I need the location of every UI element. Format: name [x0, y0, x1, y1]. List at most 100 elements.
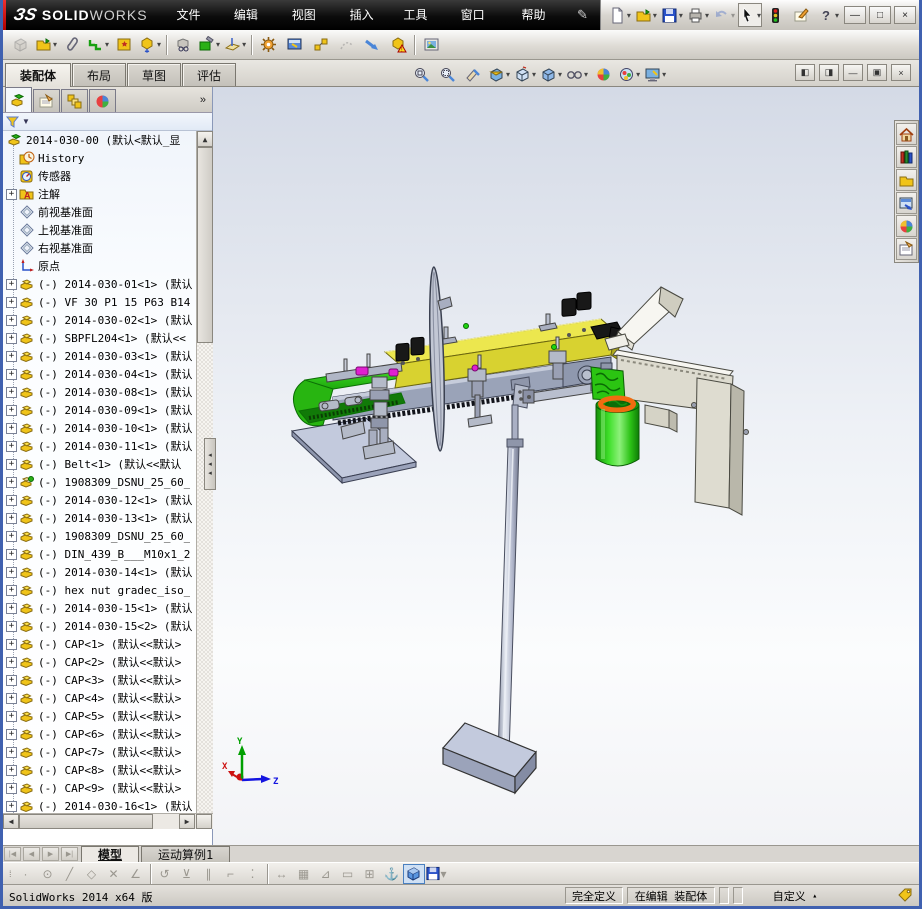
anchor-tool[interactable]: ⚓ [381, 864, 403, 884]
scroll-track[interactable] [197, 343, 213, 813]
dropdown-arrow[interactable]: ▾ [216, 40, 220, 49]
display-style-button[interactable]: ▾ [539, 62, 563, 86]
menu-插入[interactable]: 插入(I) [339, 0, 393, 52]
dropdown-arrow[interactable]: ▾ [105, 40, 109, 49]
tree-item[interactable]: 右视基准面 [3, 239, 196, 257]
expand-toggle[interactable]: + [6, 368, 17, 380]
expand-toggle[interactable]: + [6, 566, 17, 578]
tree-item[interactable]: + (-) CAP<4> (默认<<默认> [3, 689, 196, 707]
scroll-thumb[interactable] [197, 147, 213, 343]
interference-check-button[interactable]: ! [386, 33, 410, 57]
tree-horizontal-scrollbar[interactable]: ◀ ▶ [3, 813, 213, 829]
tree-item[interactable]: + (-) 2014-030-10<1> (默认 [3, 419, 196, 437]
tree-item[interactable]: + (-) VF 30 P1 15 P63 B14 [3, 293, 196, 311]
reference-geometry-button[interactable]: ▾ [223, 33, 247, 57]
dropdown-arrow[interactable]: ▾ [627, 11, 631, 20]
grid-tool[interactable]: ▦ [293, 864, 315, 884]
point-tool[interactable]: · [15, 864, 37, 884]
expand-toggle[interactable]: + [6, 332, 17, 344]
tree-item[interactable]: + (-) 2014-030-11<1> (默认 [3, 437, 196, 455]
taskpane-appearances[interactable] [896, 215, 917, 237]
zoom-area-button[interactable] [435, 62, 459, 86]
expand-toggle[interactable]: + [6, 314, 17, 326]
pane-left-button[interactable]: ◧ [795, 64, 815, 81]
edit-appearance-button[interactable] [591, 62, 615, 86]
close-button[interactable]: × [894, 6, 916, 24]
undo-button[interactable]: ▾ [712, 3, 736, 27]
scroll-right-button[interactable]: ▶ [179, 814, 195, 829]
tree-item[interactable]: + (-) 1908309_DSNU_25_60_ [3, 473, 196, 491]
pane-right-button[interactable]: ◨ [819, 64, 839, 81]
shaded-view-button[interactable] [402, 863, 425, 884]
tree-item[interactable]: + A 注解 [3, 185, 196, 203]
rectangle-tool[interactable]: ▭ [337, 864, 359, 884]
help-button[interactable]: ? ▾ [816, 3, 840, 27]
dropdown-arrow[interactable]: ▾ [757, 11, 761, 20]
tab-草图[interactable]: 草图 [127, 63, 182, 86]
dropdown-arrow[interactable]: ▾ [662, 70, 666, 79]
menu-窗口[interactable]: 窗口(W) [450, 0, 511, 52]
status-custom[interactable]: 自定义 ▴ [747, 887, 843, 904]
mirror-tool[interactable]: ↺ [154, 864, 176, 884]
expand-toggle[interactable]: + [6, 278, 17, 290]
taskpane-design-library[interactable] [896, 146, 917, 168]
dimension-tool[interactable]: ↔ [271, 864, 293, 884]
dropdown-arrow[interactable]: ▾ [835, 11, 839, 20]
dropdown-arrow[interactable]: ▾ [653, 11, 657, 20]
circle-tool[interactable]: ⊙ [37, 864, 59, 884]
scroll-left-button[interactable]: ◀ [3, 814, 19, 829]
tree-item[interactable]: + (-) 2014-030-14<1> (默认 [3, 563, 196, 581]
view-orientation-button[interactable]: ▾ [513, 62, 537, 86]
tab-featuremanager[interactable] [5, 87, 32, 112]
view-settings-button[interactable]: ▾ [643, 62, 667, 86]
line-tool[interactable]: ╱ [59, 864, 81, 884]
minimize-button[interactable]: — [844, 6, 866, 24]
move-component-button[interactable]: ▾ [138, 33, 162, 57]
graphics-viewport[interactable]: Y Z X [213, 87, 919, 845]
tree-item[interactable]: 上视基准面 [3, 221, 196, 239]
tree-item[interactable]: + (-) 2014-030-15<1> (默认 [3, 599, 196, 617]
tree-item[interactable]: 原点 [3, 257, 196, 275]
expand-toggle[interactable]: + [6, 746, 17, 758]
dropdown-arrow[interactable]: ▾ [157, 40, 161, 49]
tree-item[interactable]: + (-) 2014-030-02<1> (默认 [3, 311, 196, 329]
tree-item[interactable]: + (-) 1908309_DSNU_25_60_ [3, 527, 196, 545]
tree-item[interactable]: + (-) CAP<6> (默认<<默认> [3, 725, 196, 743]
expand-toggle[interactable]: + [6, 530, 17, 542]
dropdown-arrow[interactable]: ▾ [705, 11, 709, 20]
tree-item[interactable]: + (-) 2014-030-01<1> (默认 [3, 275, 196, 293]
hide-show-items-button[interactable]: ▾ [565, 62, 589, 86]
angle-snap-tool[interactable]: ⊿ [315, 864, 337, 884]
tree-item[interactable]: + (-) CAP<8> (默认<<默认> [3, 761, 196, 779]
taskpane-home[interactable] [896, 123, 917, 145]
mate-button[interactable]: ▾ [86, 33, 110, 57]
tab-模型[interactable]: 模型 [81, 846, 140, 862]
rebuild-button[interactable] [764, 3, 788, 27]
expand-toggle[interactable]: + [6, 764, 17, 776]
insert-component-button[interactable] [8, 33, 32, 57]
toolbar-grip[interactable]: ⁞ [9, 869, 11, 879]
tree-item[interactable]: + (-) 2014-030-04<1> (默认 [3, 365, 196, 383]
polygon-tool[interactable]: ◇ [81, 864, 103, 884]
exploded-view-button[interactable] [308, 33, 332, 57]
parallel-tool[interactable]: ∥ [198, 864, 220, 884]
angle-tool[interactable]: ∠ [125, 864, 147, 884]
curve-arrow-button[interactable] [360, 33, 384, 57]
print-button[interactable]: ▾ [686, 3, 710, 27]
motion-study-button[interactable] [256, 33, 280, 57]
tree-item[interactable]: + (-) 2014-030-09<1> (默认 [3, 401, 196, 419]
attachment-button[interactable] [60, 33, 84, 57]
tree-item[interactable]: + (-) 2014-030-13<1> (默认 [3, 509, 196, 527]
panel-tabs-overflow-chevron[interactable]: » [200, 94, 206, 106]
tab-运动算例1[interactable]: 运动算例1 [141, 846, 231, 862]
table-tool[interactable]: ⊞ [359, 864, 381, 884]
dropdown-arrow[interactable]: ▾ [242, 40, 246, 49]
tree-item[interactable]: + (-) CAP<1> (默认<<默认> [3, 635, 196, 653]
tab-propertymanager[interactable] [33, 89, 60, 112]
expand-toggle[interactable]: + [6, 458, 17, 470]
dropdown-arrow[interactable]: ▾ [532, 70, 536, 79]
select-button[interactable]: ▾ [737, 3, 762, 27]
green-cylinder-cup[interactable] [595, 395, 640, 467]
tree-item[interactable]: + (-) SBPFL204<1> (默认<< [3, 329, 196, 347]
dropdown-arrow[interactable]: ▾ [584, 70, 588, 79]
